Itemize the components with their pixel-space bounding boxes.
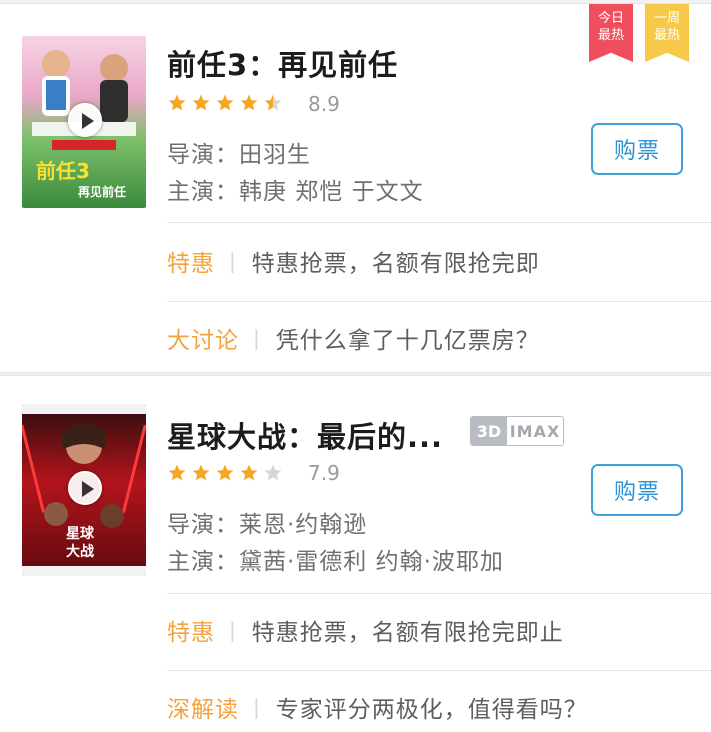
star-full-icon bbox=[215, 93, 235, 113]
play-trailer-icon[interactable] bbox=[68, 103, 102, 137]
movie-poster[interactable]: 前任3 再见前任 bbox=[22, 36, 146, 208]
row-divider bbox=[167, 222, 711, 223]
play-trailer-icon[interactable] bbox=[68, 471, 102, 505]
badge-imax-label: IMAX bbox=[509, 421, 561, 441]
promo-text: 凭什么拿了十几亿票房？ bbox=[275, 328, 540, 354]
promo-tag: 特惠 bbox=[167, 620, 215, 646]
buy-ticket-button[interactable]: 购票 bbox=[591, 464, 683, 516]
hot-today-ribbon: 今日 最热 bbox=[589, 4, 633, 62]
promo-text: 特惠抢票，名额有限抢完即止 bbox=[251, 620, 564, 646]
svg-text:星球: 星球 bbox=[66, 525, 95, 542]
ribbon-line: 最热 bbox=[597, 28, 624, 43]
promo-tag: 深解读 bbox=[167, 697, 239, 723]
ribbon-line: 最热 bbox=[653, 28, 680, 43]
star-full-icon bbox=[167, 93, 187, 113]
promo-row[interactable]: 特惠 | 特惠抢票，名额有限抢完即 bbox=[167, 241, 711, 281]
promo-separator: | bbox=[253, 326, 260, 350]
promo-text: 特惠抢票，名额有限抢完即 bbox=[251, 251, 540, 277]
promo-separator: | bbox=[229, 618, 236, 642]
cast-line: 主演：韩庚 郑恺 于文文 bbox=[167, 179, 424, 205]
promo-row[interactable]: 特惠 | 特惠抢票，名额有限抢完即止 bbox=[167, 610, 711, 650]
star-full-icon bbox=[215, 463, 235, 483]
promo-row[interactable]: 深解读 | 专家评分两极化，值得看吗？ bbox=[167, 687, 711, 727]
format-badge: 3D IMAX bbox=[470, 416, 564, 446]
movie-title[interactable]: 星球大战：最后的... bbox=[167, 414, 443, 456]
movie-card[interactable]: 前任3 再见前任 前任3：再见前任 8.9 导演：田羽生 主演：韩庚 郑恺 于文… bbox=[0, 4, 711, 372]
row-divider bbox=[167, 301, 711, 302]
star-empty-icon bbox=[263, 463, 283, 483]
movie-title[interactable]: 前任3：再见前任 bbox=[167, 42, 398, 84]
ribbon-line: 一周 bbox=[653, 11, 680, 26]
promo-separator: | bbox=[229, 249, 236, 273]
star-full-icon bbox=[167, 463, 187, 483]
star-rating bbox=[167, 93, 283, 113]
movie-score: 8.9 bbox=[308, 92, 340, 116]
star-half-icon bbox=[263, 93, 283, 113]
cast-line: 主演：黛茜·雷德利 约翰·波耶加 bbox=[167, 549, 504, 575]
movie-card[interactable]: 星球 大战 星球大战：最后的... 3D IMAX 7.9 导演：莱恩·约翰逊 … bbox=[0, 374, 711, 732]
hot-week-ribbon: 一周 最热 bbox=[645, 4, 689, 62]
star-rating bbox=[167, 463, 283, 483]
row-divider bbox=[167, 670, 711, 671]
promo-separator: | bbox=[253, 695, 260, 719]
promo-tag: 特惠 bbox=[167, 251, 215, 277]
promo-tag: 大讨论 bbox=[167, 328, 239, 354]
director-line: 导演：田羽生 bbox=[167, 142, 311, 168]
buy-ticket-button[interactable]: 购票 bbox=[591, 123, 683, 175]
star-full-icon bbox=[239, 93, 259, 113]
star-full-icon bbox=[191, 93, 211, 113]
star-full-icon bbox=[191, 463, 211, 483]
movie-poster[interactable]: 星球 大战 bbox=[22, 404, 146, 576]
promo-row[interactable]: 大讨论 | 凭什么拿了十几亿票房？ bbox=[167, 318, 711, 358]
row-divider bbox=[167, 593, 711, 594]
svg-text:前任3: 前任3 bbox=[36, 159, 90, 183]
svg-text:再见前任: 再见前任 bbox=[78, 184, 126, 199]
director-line: 导演：莱恩·约翰逊 bbox=[167, 512, 368, 538]
promo-text: 专家评分两极化，值得看吗？ bbox=[275, 697, 588, 723]
star-full-icon bbox=[239, 463, 259, 483]
svg-text:大战: 大战 bbox=[66, 543, 94, 560]
movie-score: 7.9 bbox=[308, 461, 340, 485]
ribbon-line: 今日 bbox=[597, 11, 624, 26]
badge-3d-label: 3D bbox=[471, 417, 507, 445]
